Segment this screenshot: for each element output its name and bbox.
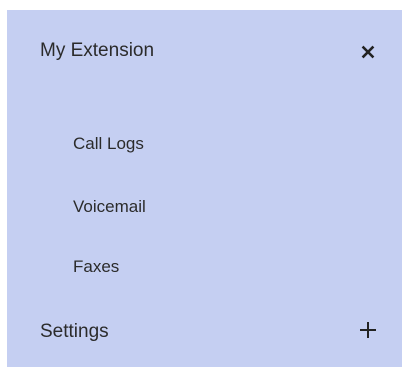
- menu-item-faxes-label: Faxes: [73, 257, 120, 276]
- navigation-menu: My Extension Call Logs Voicemail Faxes S…: [7, 10, 402, 367]
- close-icon[interactable]: [356, 40, 380, 64]
- section-my-extension-label: My Extension: [40, 40, 155, 61]
- section-settings-header[interactable]: Settings: [7, 309, 402, 353]
- menu-item-voicemail-label: Voicemail: [73, 197, 146, 216]
- menu-item-call-logs[interactable]: Call Logs: [7, 125, 402, 163]
- menu-item-voicemail[interactable]: Voicemail: [7, 188, 402, 226]
- plus-icon[interactable]: [356, 318, 380, 342]
- section-my-extension-header[interactable]: My Extension: [7, 28, 402, 72]
- section-settings-label: Settings: [40, 321, 109, 342]
- menu-item-faxes[interactable]: Faxes: [7, 248, 402, 286]
- menu-item-call-logs-label: Call Logs: [73, 134, 144, 153]
